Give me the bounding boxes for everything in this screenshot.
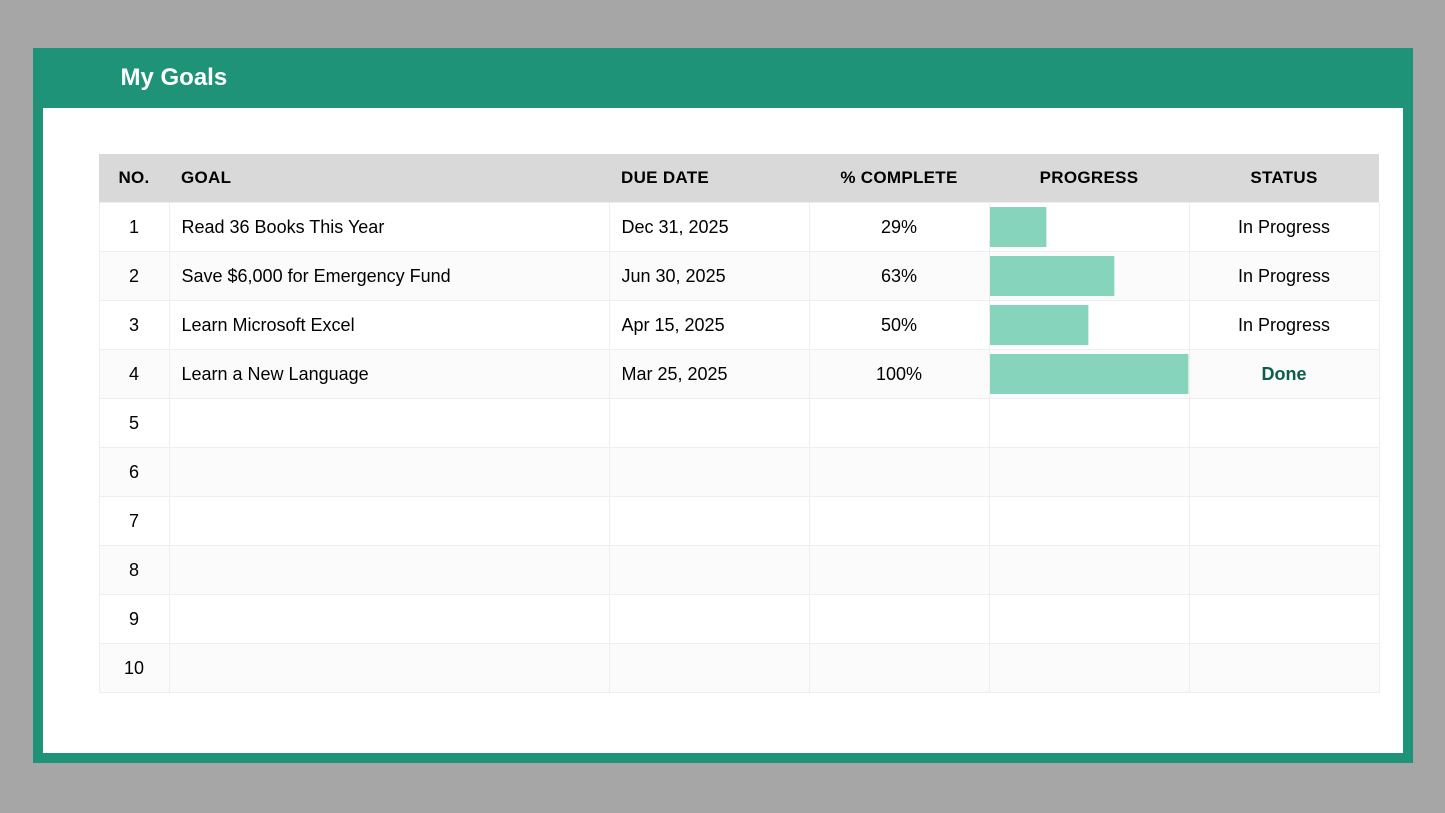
cell-status[interactable] — [1189, 595, 1379, 644]
progress-bar — [990, 354, 1189, 394]
cell-no: 2 — [99, 252, 169, 301]
progress-bar — [990, 207, 1048, 247]
cell-goal[interactable] — [169, 399, 609, 448]
cell-due[interactable] — [609, 595, 809, 644]
cell-pct[interactable]: 29% — [809, 203, 989, 252]
cell-status[interactable] — [1189, 644, 1379, 693]
progress-bar — [990, 305, 1090, 345]
cell-pct[interactable] — [809, 497, 989, 546]
cell-no: 1 — [99, 203, 169, 252]
cell-progress — [989, 203, 1189, 252]
cell-status[interactable] — [1189, 497, 1379, 546]
cell-status[interactable]: In Progress — [1189, 203, 1379, 252]
progress-track — [990, 207, 1189, 247]
cell-due[interactable]: Dec 31, 2025 — [609, 203, 809, 252]
col-progress-header: PROGRESS — [989, 154, 1189, 203]
cell-status[interactable] — [1189, 448, 1379, 497]
card-header: My Goals — [43, 48, 1403, 108]
cell-no: 6 — [99, 448, 169, 497]
cell-pct[interactable] — [809, 399, 989, 448]
cell-status[interactable]: Done — [1189, 350, 1379, 399]
cell-pct[interactable]: 100% — [809, 350, 989, 399]
col-no-header: NO. — [99, 154, 169, 203]
table-row[interactable]: 7 — [99, 497, 1379, 546]
cell-pct[interactable] — [809, 448, 989, 497]
cell-due[interactable]: Jun 30, 2025 — [609, 252, 809, 301]
cell-progress — [989, 399, 1189, 448]
cell-due[interactable] — [609, 448, 809, 497]
col-status-header: STATUS — [1189, 154, 1379, 203]
cell-pct[interactable]: 63% — [809, 252, 989, 301]
table-row[interactable]: 8 — [99, 546, 1379, 595]
table-row[interactable]: 1Read 36 Books This YearDec 31, 202529% I… — [99, 203, 1379, 252]
cell-goal[interactable] — [169, 595, 609, 644]
table-row[interactable]: 5 — [99, 399, 1379, 448]
cell-goal[interactable]: Learn a New Language — [169, 350, 609, 399]
cell-due[interactable] — [609, 399, 809, 448]
cell-no: 4 — [99, 350, 169, 399]
cell-progress — [989, 350, 1189, 399]
table-row[interactable]: 6 — [99, 448, 1379, 497]
cell-status[interactable]: In Progress — [1189, 301, 1379, 350]
table-row[interactable]: 2Save $6,000 for Emergency FundJun 30, 2… — [99, 252, 1379, 301]
table-row[interactable]: 4Learn a New LanguageMar 25, 2025100% Don… — [99, 350, 1379, 399]
cell-no: 7 — [99, 497, 169, 546]
cell-goal[interactable] — [169, 448, 609, 497]
goals-table: NO. GOAL DUE DATE % COMPLETE PROGRESS ST… — [99, 154, 1380, 693]
cell-no: 8 — [99, 546, 169, 595]
progress-track — [990, 305, 1189, 345]
cell-status[interactable] — [1189, 399, 1379, 448]
cell-no: 3 — [99, 301, 169, 350]
card-body: NO. GOAL DUE DATE % COMPLETE PROGRESS ST… — [43, 108, 1403, 753]
cell-no: 10 — [99, 644, 169, 693]
cell-goal[interactable]: Read 36 Books This Year — [169, 203, 609, 252]
goals-table-body: 1Read 36 Books This YearDec 31, 202529% I… — [99, 203, 1379, 693]
col-goal-header: GOAL — [169, 154, 609, 203]
cell-due[interactable]: Apr 15, 2025 — [609, 301, 809, 350]
cell-progress — [989, 595, 1189, 644]
progress-track — [990, 256, 1189, 296]
header-row: NO. GOAL DUE DATE % COMPLETE PROGRESS ST… — [99, 154, 1379, 203]
cell-progress — [989, 644, 1189, 693]
table-row[interactable]: 10 — [99, 644, 1379, 693]
cell-progress — [989, 252, 1189, 301]
cell-pct[interactable]: 50% — [809, 301, 989, 350]
cell-pct[interactable] — [809, 644, 989, 693]
page-title: My Goals — [121, 64, 228, 91]
col-pct-header: % COMPLETE — [809, 154, 989, 203]
cell-no: 5 — [99, 399, 169, 448]
cell-progress — [989, 497, 1189, 546]
goals-card: My Goals NO. GOAL DUE DATE % COMPLETE PR… — [33, 48, 1413, 763]
cell-status[interactable]: In Progress — [1189, 252, 1379, 301]
cell-due[interactable] — [609, 546, 809, 595]
cell-due[interactable] — [609, 497, 809, 546]
cell-pct[interactable] — [809, 595, 989, 644]
table-row[interactable]: 9 — [99, 595, 1379, 644]
progress-track — [990, 354, 1189, 394]
goals-table-head: NO. GOAL DUE DATE % COMPLETE PROGRESS ST… — [99, 154, 1379, 203]
cell-progress — [989, 301, 1189, 350]
cell-due[interactable] — [609, 644, 809, 693]
cell-no: 9 — [99, 595, 169, 644]
cell-status[interactable] — [1189, 546, 1379, 595]
progress-bar — [990, 256, 1115, 296]
table-row[interactable]: 3Learn Microsoft ExcelApr 15, 202550% In … — [99, 301, 1379, 350]
cell-goal[interactable] — [169, 546, 609, 595]
cell-goal[interactable] — [169, 644, 609, 693]
cell-goal[interactable] — [169, 497, 609, 546]
cell-due[interactable]: Mar 25, 2025 — [609, 350, 809, 399]
col-due-header: DUE DATE — [609, 154, 809, 203]
cell-goal[interactable]: Save $6,000 for Emergency Fund — [169, 252, 609, 301]
cell-progress — [989, 546, 1189, 595]
cell-progress — [989, 448, 1189, 497]
cell-goal[interactable]: Learn Microsoft Excel — [169, 301, 609, 350]
cell-pct[interactable] — [809, 546, 989, 595]
